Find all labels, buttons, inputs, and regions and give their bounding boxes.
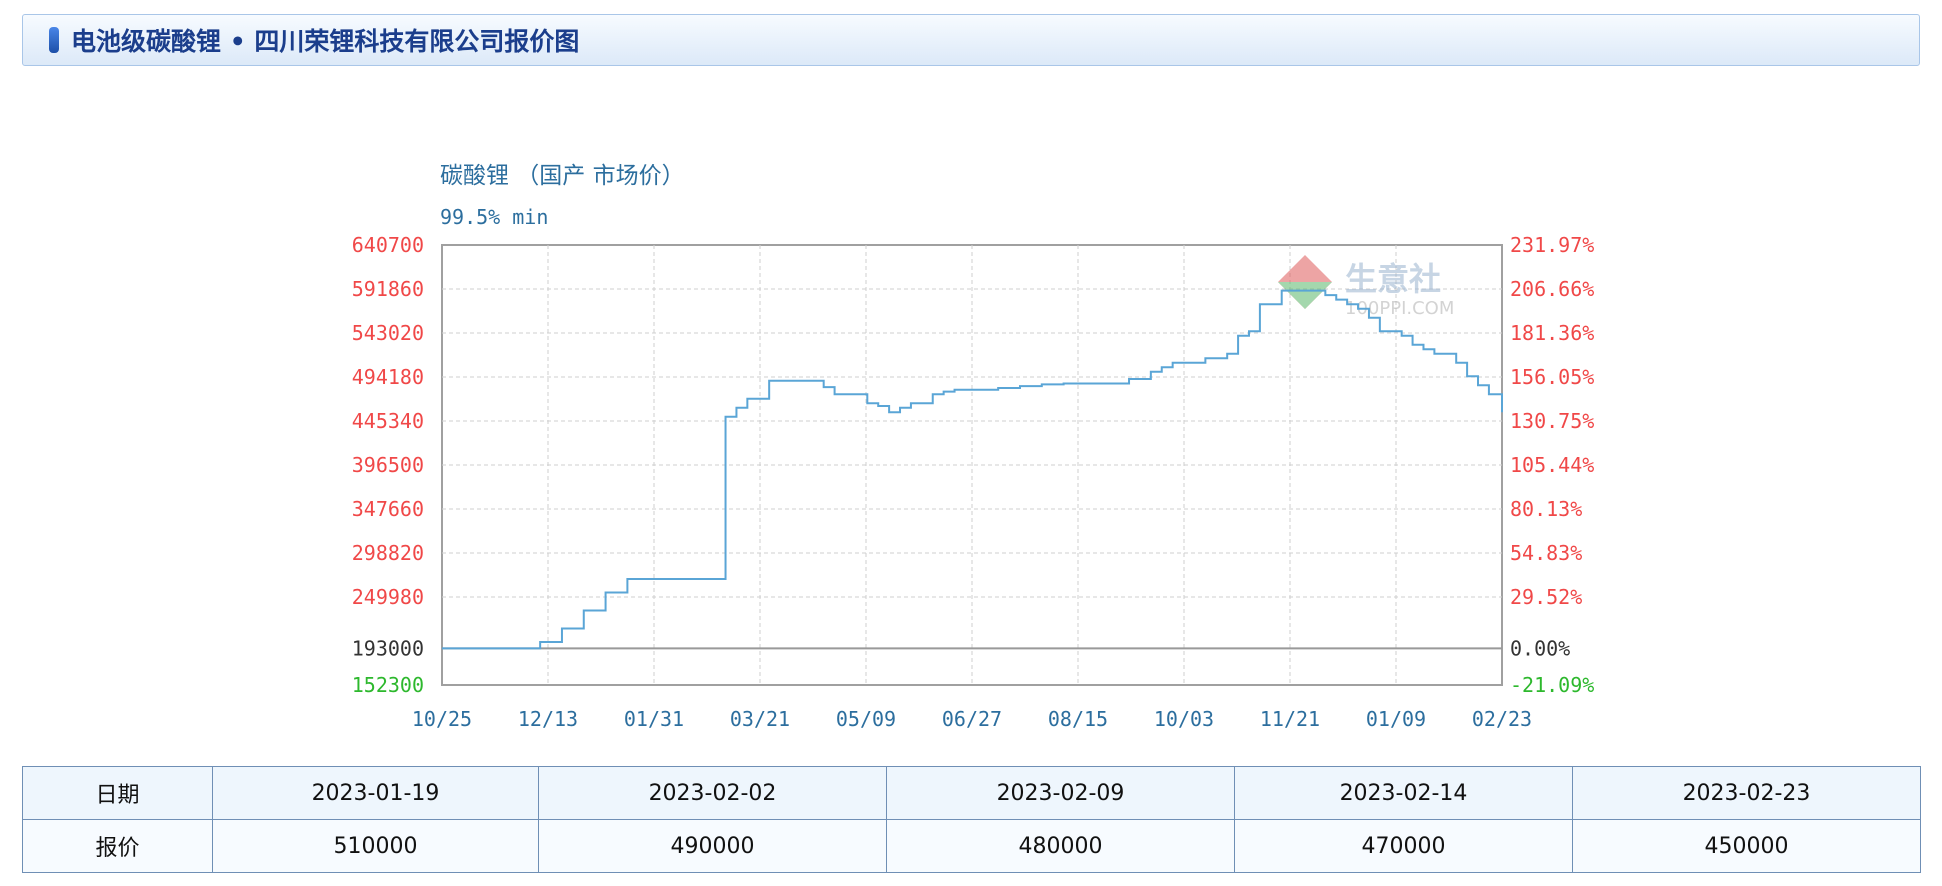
y-left-tick-label: 396500: [352, 453, 424, 477]
y-axis-left: 640700 591860 543020 494180 445340 396500 3476…: [352, 233, 424, 697]
y-right-tick-label: 156.05%: [1510, 365, 1594, 389]
y-right-tick-label: -21.09%: [1510, 673, 1594, 697]
y-axis-right: 231.97% 206.66% 181.36% 156.05% 130.75% 105.4…: [1510, 233, 1594, 697]
price-cell: 480000: [886, 819, 1235, 873]
y-right-tick-label: 80.13%: [1510, 497, 1582, 521]
x-tick-label: 05/09: [836, 707, 896, 731]
y-right-tick-label: 54.83%: [1510, 541, 1582, 565]
y-left-tick-label: 640700: [352, 233, 424, 257]
table-row-date: 日期 2023-01-19 2023-02-02 2023-02-09 2023…: [22, 766, 1921, 820]
y-left-tick-label: 152300: [352, 673, 424, 697]
x-tick-label: 01/09: [1366, 707, 1426, 731]
y-right-tick-label: 206.66%: [1510, 277, 1594, 301]
y-left-tick-label: 494180: [352, 365, 424, 389]
y-left-tick-label: 347660: [352, 497, 424, 521]
y-right-tick-label: 181.36%: [1510, 321, 1594, 345]
x-tick-label: 06/27: [942, 707, 1002, 731]
y-right-tick-label: 105.44%: [1510, 453, 1594, 477]
x-tick-label: 01/31: [624, 707, 684, 731]
date-cell: 2023-02-23: [1572, 766, 1921, 820]
price-cell: 470000: [1234, 819, 1573, 873]
x-tick-label: 12/13: [518, 707, 578, 731]
y-right-tick-label: 130.75%: [1510, 409, 1594, 433]
chart-title: 碳酸锂 （国产 市场价）: [440, 163, 685, 189]
date-cell: 2023-02-02: [538, 766, 887, 820]
x-tick-label: 10/03: [1154, 707, 1214, 731]
table-row-price: 报价 510000 490000 480000 470000 450000: [22, 819, 1921, 873]
price-header: 报价: [22, 819, 213, 873]
y-right-tick-label: 29.52%: [1510, 585, 1582, 609]
date-cell: 2023-02-09: [886, 766, 1235, 820]
watermark-name: 生意社: [1345, 260, 1441, 298]
price-chart: 碳酸锂 （国产 市场价） 99.5% min 640700 591860 54302…: [352, 163, 1595, 731]
y-left-tick-label: 445340: [352, 409, 424, 433]
price-cell: 510000: [212, 819, 539, 873]
chart-subtitle: 99.5% min: [440, 205, 548, 229]
x-tick-label: 11/21: [1260, 707, 1320, 731]
y-left-tick-label: 249980: [352, 585, 424, 609]
y-left-tick-label: 298820: [352, 541, 424, 565]
x-axis: 10/25 12/13 01/31 03/21 05/09 06/27 08/15 10/03…: [412, 707, 1532, 731]
y-right-tick-label: 0.00%: [1510, 636, 1570, 660]
date-cell: 2023-02-14: [1234, 766, 1573, 820]
y-left-tick-label: 193000: [352, 636, 424, 660]
date-header: 日期: [22, 766, 213, 820]
y-left-tick-label: 591860: [352, 277, 424, 301]
date-cell: 2023-01-19: [212, 766, 539, 820]
price-table: 日期 2023-01-19 2023-02-02 2023-02-09 2023…: [22, 766, 1921, 873]
price-cell: 490000: [538, 819, 887, 873]
y-right-tick-label: 231.97%: [1510, 233, 1594, 257]
x-tick-label: 10/25: [412, 707, 472, 731]
x-tick-label: 03/21: [730, 707, 790, 731]
x-tick-label: 08/15: [1048, 707, 1108, 731]
y-left-tick-label: 543020: [352, 321, 424, 345]
price-cell: 450000: [1572, 819, 1921, 873]
x-tick-label: 02/23: [1472, 707, 1532, 731]
